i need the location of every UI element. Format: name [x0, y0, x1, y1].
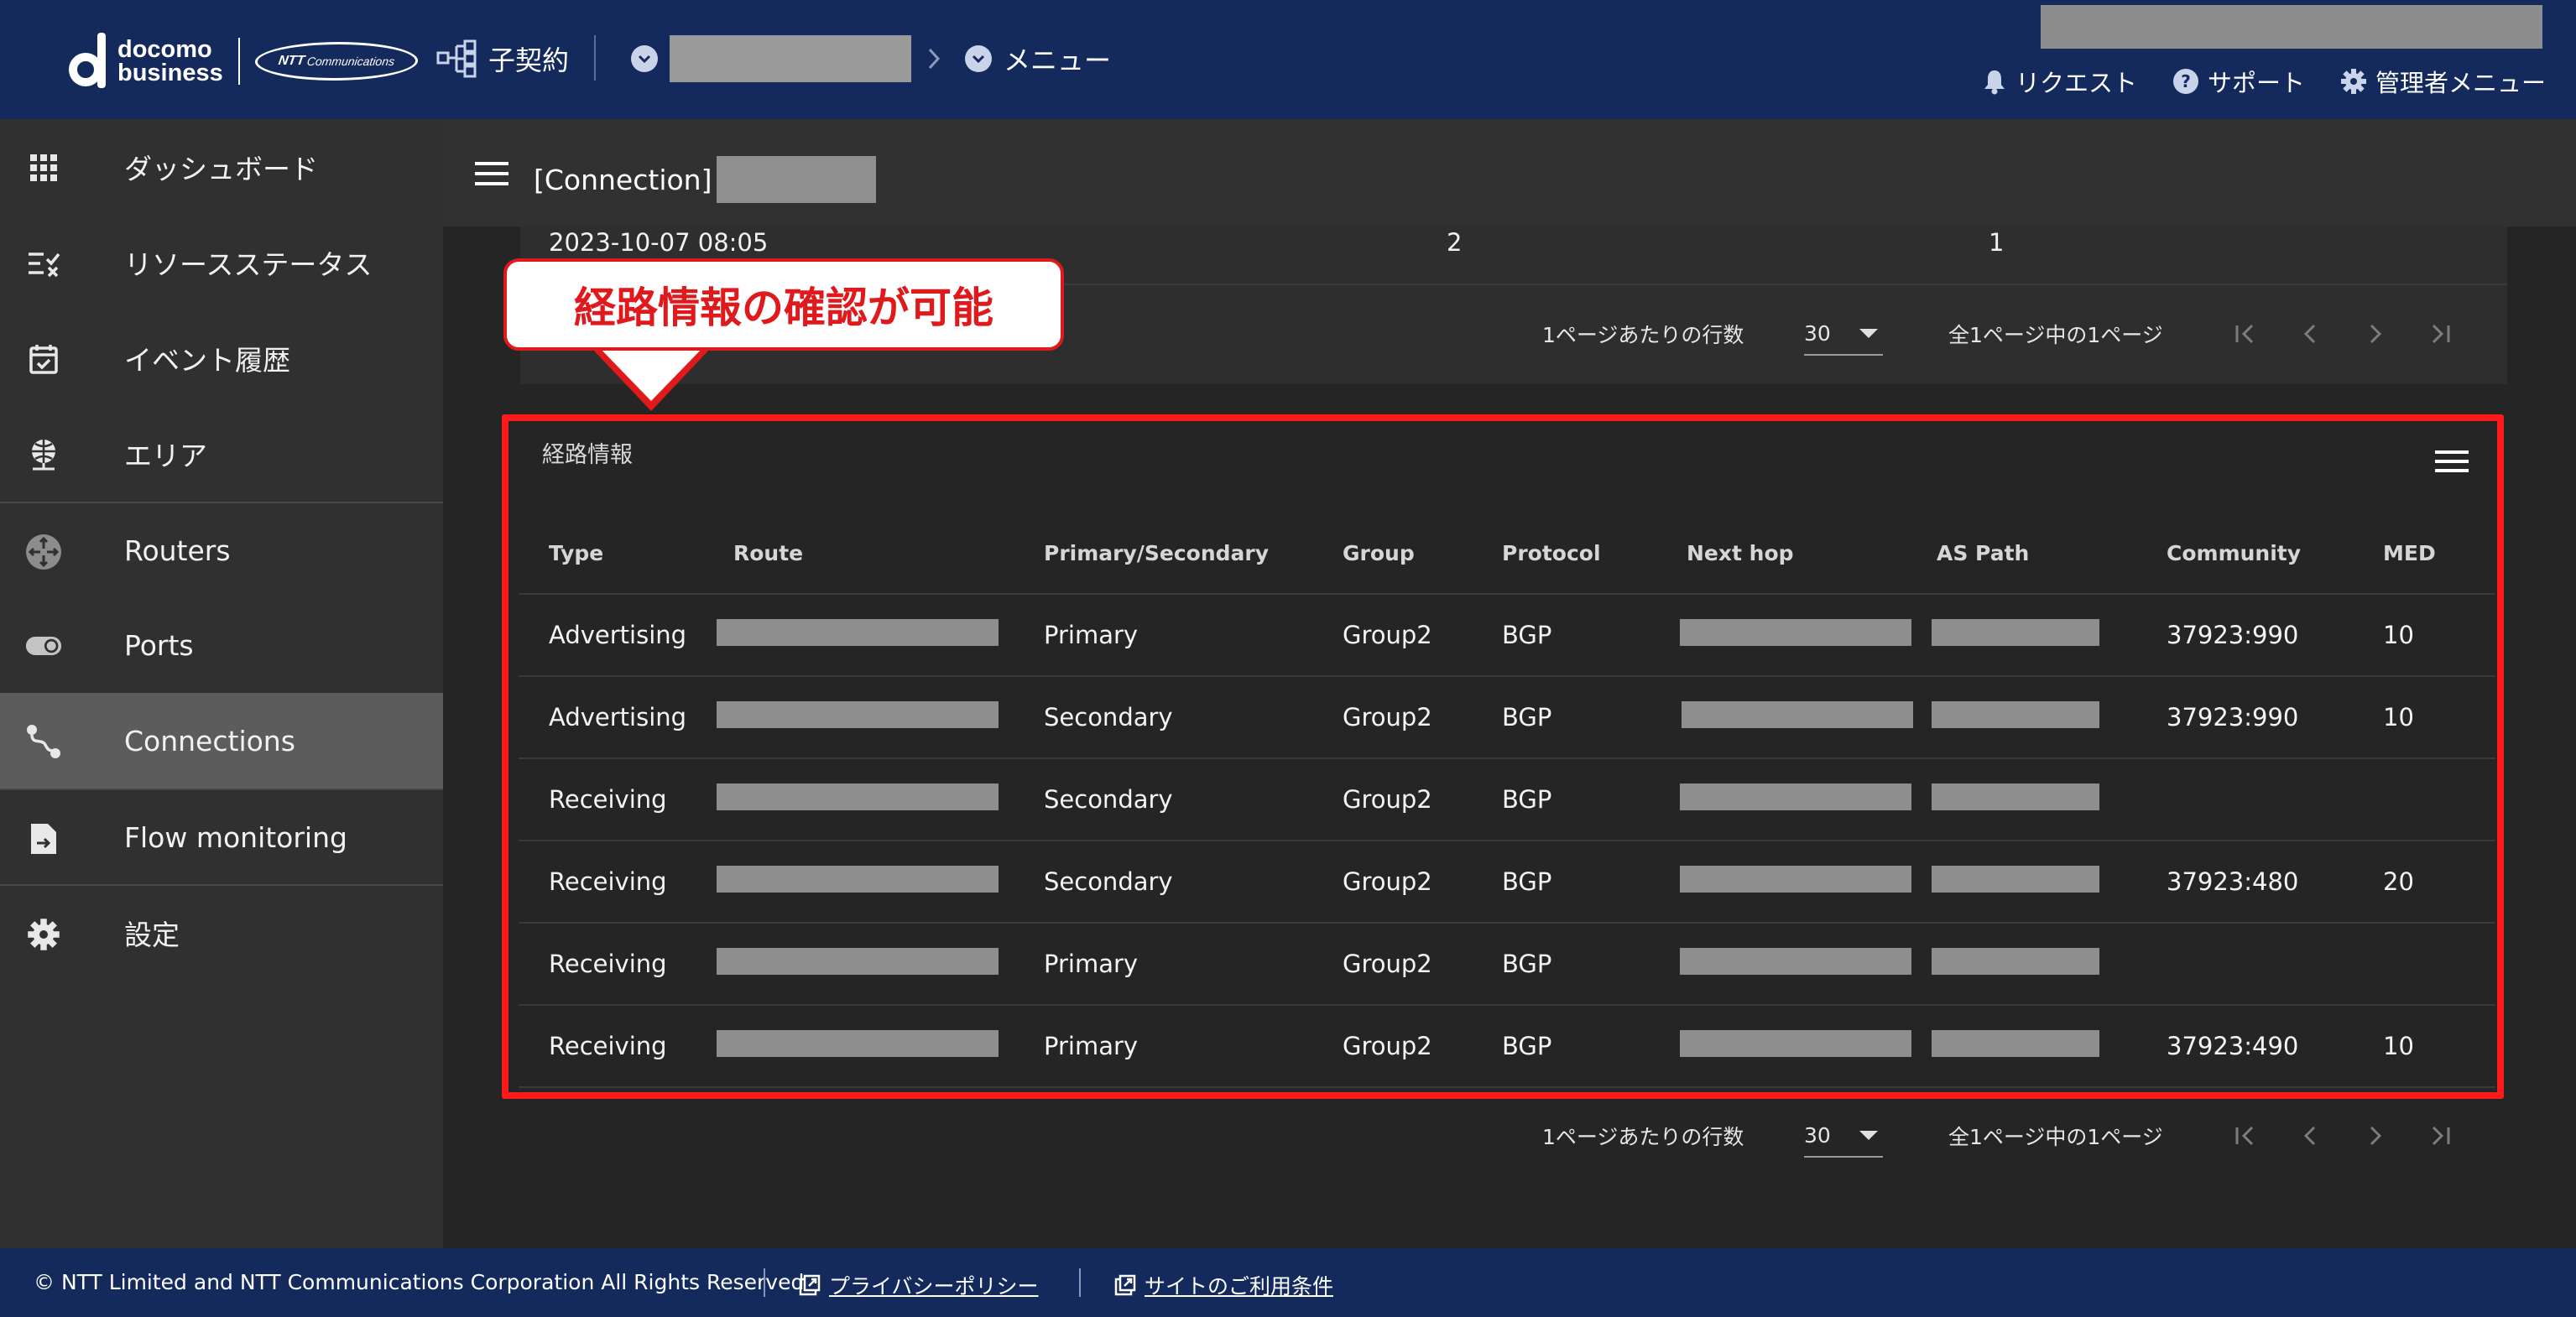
history-value-2: 2: [1447, 228, 1463, 257]
globe-pin-icon: [25, 436, 62, 473]
contract-label: 子契約: [488, 44, 570, 76]
last-page-icon[interactable]: [2430, 323, 2452, 345]
sidebar-item-dashboard[interactable]: ダッシュボード: [0, 119, 443, 215]
calendar-check-icon: [25, 341, 62, 377]
rows-per-page-select[interactable]: 30: [1804, 1114, 1883, 1158]
toggle-icon: [25, 627, 62, 664]
redacted-service-name: [670, 35, 911, 82]
last-page-icon[interactable]: [2430, 1125, 2452, 1147]
help-icon: ?: [2172, 69, 2198, 94]
page-info: 全1ページ中の1ページ: [1948, 323, 2163, 347]
sidebar-item-resource-status[interactable]: リソースステータス: [0, 215, 443, 310]
footer: © NTT Limited and NTT Communications Cor…: [0, 1248, 2576, 1317]
history-date: 2023-10-07 08:05: [549, 228, 769, 257]
brand-text: docomo business: [117, 36, 223, 86]
sidebar: ダッシュボード リソースステータス イベント履歴 エリア Routers Por…: [0, 119, 443, 1248]
file-arrow-icon: [25, 820, 62, 857]
bell-icon: [1984, 70, 2005, 95]
chevron-down-icon: [965, 45, 992, 72]
rows-per-page-select[interactable]: 30: [1804, 312, 1883, 356]
chevron-right-icon: [928, 48, 941, 70]
sidebar-item-label: リソースステータス: [124, 248, 373, 281]
first-page-icon[interactable]: [2234, 1125, 2255, 1147]
request-link[interactable]: リクエスト: [1982, 64, 2137, 99]
router-icon: [25, 534, 62, 570]
sidebar-item-connections[interactable]: Connections: [0, 693, 443, 789]
sidebar-item-flow-monitoring[interactable]: Flow monitoring: [0, 789, 443, 884]
docomo-d-icon: [67, 33, 109, 90]
history-value-3: 1: [1989, 228, 2005, 257]
sidebar-item-label: イベント履歴: [124, 344, 290, 377]
privacy-policy-link[interactable]: プライバシーポリシー: [799, 1270, 1039, 1300]
sidebar-item-area[interactable]: エリア: [0, 406, 443, 502]
pager-nav: [2234, 1125, 2452, 1147]
gear-icon: [25, 916, 62, 953]
rows-per-page-label: 1ページあたりの行数: [1542, 1125, 1744, 1149]
checklist-icon: [25, 245, 62, 282]
sidebar-item-label: Flow monitoring: [124, 820, 347, 854]
route-icon: [25, 723, 62, 760]
sidebar-item-settings[interactable]: 設定: [0, 884, 443, 980]
admin-menu-link[interactable]: 管理者メニュー: [2340, 64, 2546, 99]
support-link[interactable]: ? サポート: [2172, 64, 2305, 99]
next-page-icon[interactable]: [2365, 323, 2386, 345]
page-title: [Connection]: [534, 156, 877, 203]
terms-of-use-link[interactable]: サイトのご利用条件: [1114, 1270, 1333, 1300]
gear-icon: [2340, 69, 2366, 94]
routes-pagination: 1ページあたりの行数 30 全1ページ中の1ページ: [1542, 1114, 2490, 1158]
sidebar-item-label: Routers: [124, 534, 231, 567]
previous-page-icon[interactable]: [2299, 1125, 2321, 1147]
app-bar: [Connection]: [443, 119, 2576, 226]
sidebar-item-label: ダッシュボード: [124, 153, 318, 185]
hierarchy-icon: [436, 39, 477, 78]
caret-down-icon: [1859, 328, 1878, 338]
highlight-frame: [502, 414, 2504, 1099]
external-link-icon: [799, 1274, 821, 1296]
docomo-business-logo[interactable]: docomo business NTT Communications: [67, 30, 420, 92]
sidebar-item-routers[interactable]: Routers: [0, 502, 443, 597]
svg-text:?: ?: [2181, 71, 2191, 91]
next-page-icon[interactable]: [2365, 1125, 2386, 1147]
first-page-icon[interactable]: [2234, 323, 2255, 345]
breadcrumb-service-select[interactable]: メニュー: [631, 34, 1111, 84]
annotation-callout: 経路情報の確認が可能: [503, 258, 1064, 351]
sidebar-item-event-history[interactable]: イベント履歴: [0, 310, 443, 406]
sidebar-item-label: Ports: [124, 628, 194, 662]
hamburger-menu-icon[interactable]: [475, 161, 508, 186]
caret-down-icon: [1859, 1130, 1878, 1140]
breadcrumb-menu: メニュー: [1004, 44, 1112, 76]
ntt-communications-logo: NTT Communications: [252, 42, 420, 81]
redacted-connection-name: [717, 156, 877, 203]
top-bar: docomo business NTT Communications 子契約 メニ…: [0, 0, 2576, 119]
sidebar-item-label: エリア: [124, 440, 207, 472]
breadcrumb-contract[interactable]: 子契約: [436, 34, 569, 84]
sidebar-item-ports[interactable]: Ports: [0, 597, 443, 693]
page-info: 全1ページ中の1ページ: [1948, 1125, 2163, 1149]
previous-page-icon[interactable]: [2299, 323, 2321, 345]
sidebar-item-label: Connections: [124, 724, 295, 757]
sidebar-item-label: 設定: [124, 919, 180, 951]
chevron-down-icon: [631, 45, 658, 72]
redacted-account-info: [2041, 5, 2542, 49]
rows-per-page-label: 1ページあたりの行数: [1542, 323, 1744, 347]
grid-icon: [25, 149, 62, 186]
history-pagination: 1ページあたりの行数 30 全1ページ中の1ページ: [1542, 312, 2490, 356]
external-link-icon: [1114, 1274, 1136, 1296]
copyright-text: © NTT Limited and NTT Communications Cor…: [34, 1270, 811, 1294]
header-links: リクエスト ? サポート 管理者メニュー: [1982, 64, 2546, 99]
pager-nav: [2234, 323, 2452, 345]
